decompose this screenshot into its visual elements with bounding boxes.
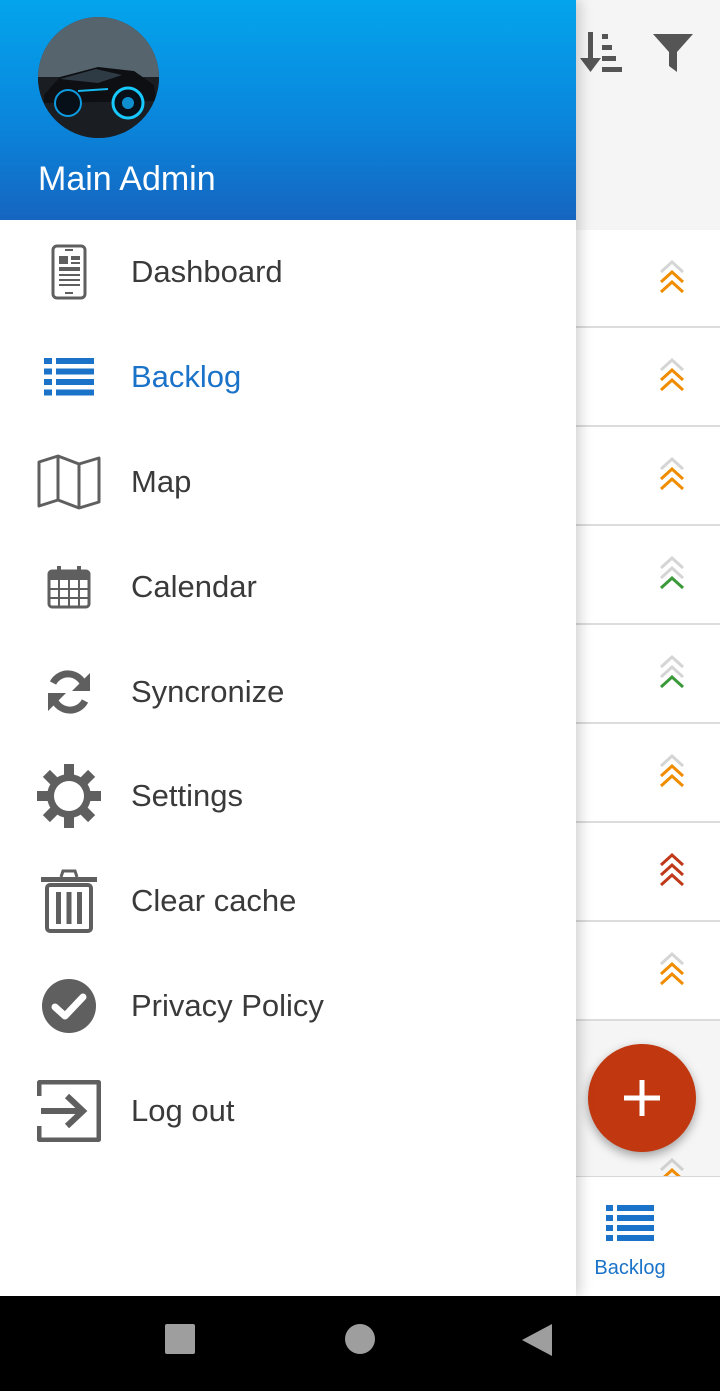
priority-icon bbox=[659, 555, 685, 590]
bottom-nav-label: Backlog bbox=[594, 1257, 666, 1279]
menu-item-dashboard[interactable]: Dashboard bbox=[0, 220, 576, 325]
list-item[interactable] bbox=[576, 724, 720, 823]
check-circle-icon bbox=[34, 971, 104, 1041]
drawer-menu: Dashboard Backlog Map Calendar Syncroniz… bbox=[0, 220, 576, 1163]
menu-item-settings[interactable]: Settings bbox=[0, 744, 576, 849]
priority-icon bbox=[656, 1156, 688, 1176]
menu-item-label: Clear cache bbox=[131, 883, 297, 919]
sync-icon bbox=[34, 657, 104, 727]
list-item[interactable] bbox=[576, 230, 720, 328]
dashboard-phone-icon bbox=[34, 237, 104, 307]
priority-icon bbox=[659, 654, 685, 689]
list-icon bbox=[34, 342, 104, 412]
map-icon bbox=[34, 447, 104, 517]
logout-icon bbox=[34, 1076, 104, 1146]
sort-icon[interactable] bbox=[578, 26, 628, 78]
priority-icon bbox=[659, 456, 685, 491]
menu-item-backlog[interactable]: Backlog bbox=[0, 325, 576, 430]
bottom-navigation: Backlog bbox=[576, 1176, 720, 1296]
add-item-button[interactable] bbox=[588, 1044, 696, 1152]
priority-icon bbox=[659, 753, 685, 788]
menu-item-privacy-policy[interactable]: Privacy Policy bbox=[0, 954, 576, 1059]
user-name: Main Admin bbox=[38, 160, 216, 198]
list-item[interactable] bbox=[576, 427, 720, 526]
list-item[interactable] bbox=[576, 922, 720, 1021]
priority-icon bbox=[659, 951, 685, 986]
priority-icon bbox=[659, 259, 685, 294]
menu-item-label: Privacy Policy bbox=[131, 987, 324, 1023]
menu-item-label: Syncronize bbox=[131, 673, 285, 709]
menu-item-map[interactable]: Map bbox=[0, 430, 576, 535]
menu-item-label: Map bbox=[131, 463, 192, 499]
menu-item-clear-cache[interactable]: Clear cache bbox=[0, 849, 576, 954]
priority-icon bbox=[659, 357, 685, 392]
navigation-drawer: Main Admin Dashboard Backlog Map Calenda… bbox=[0, 0, 576, 1296]
list-icon bbox=[606, 1205, 654, 1241]
list-item[interactable] bbox=[576, 328, 720, 427]
list-item[interactable] bbox=[576, 823, 720, 922]
system-navigation-bar bbox=[0, 1296, 720, 1391]
list-item[interactable] bbox=[576, 625, 720, 724]
calendar-icon bbox=[34, 552, 104, 622]
recent-apps-icon[interactable] bbox=[165, 1324, 195, 1359]
menu-item-label: Backlog bbox=[131, 359, 242, 395]
gear-icon bbox=[34, 761, 104, 831]
backlog-list bbox=[576, 230, 720, 1021]
menu-item-label: Dashboard bbox=[131, 254, 283, 290]
drawer-header: Main Admin bbox=[0, 0, 576, 220]
menu-item-log-out[interactable]: Log out bbox=[0, 1058, 576, 1163]
list-item[interactable] bbox=[576, 526, 720, 625]
trash-icon bbox=[34, 866, 104, 936]
menu-item-syncronize[interactable]: Syncronize bbox=[0, 639, 576, 744]
menu-item-calendar[interactable]: Calendar bbox=[0, 534, 576, 639]
menu-item-label: Log out bbox=[131, 1092, 235, 1128]
plus-icon bbox=[624, 1080, 660, 1116]
avatar[interactable] bbox=[38, 17, 159, 138]
filter-icon[interactable] bbox=[648, 26, 698, 78]
priority-icon bbox=[659, 852, 685, 887]
back-icon[interactable] bbox=[522, 1324, 552, 1361]
menu-item-label: Calendar bbox=[131, 568, 257, 604]
menu-item-label: Settings bbox=[131, 778, 244, 814]
home-icon[interactable] bbox=[345, 1324, 375, 1359]
